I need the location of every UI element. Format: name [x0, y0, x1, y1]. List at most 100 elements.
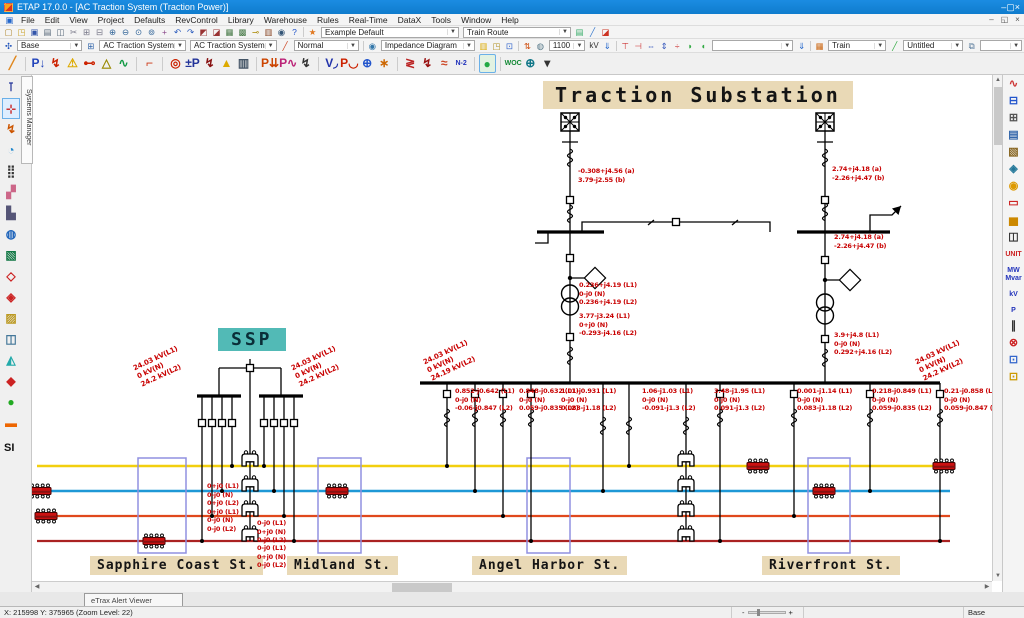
load-flow-icon[interactable]: P↓: [30, 54, 47, 73]
zoom-in-button[interactable]: +: [789, 608, 793, 617]
alarm-bell-icon[interactable]: ◉: [1005, 179, 1023, 194]
zoom-window-icon[interactable]: ⊙: [132, 26, 145, 38]
scroll-left-icon[interactable]: ◀: [32, 582, 42, 592]
chevron-down-icon[interactable]: ▼: [559, 29, 570, 35]
blank-combo-2[interactable]: ▼: [980, 40, 1022, 51]
mdi-close-button[interactable]: ×: [1011, 15, 1024, 24]
pie-view-icon[interactable]: ◔: [2, 140, 20, 161]
reliability-icon[interactable]: ±P: [184, 54, 201, 73]
meter-diamond[interactable]: [839, 269, 860, 290]
zoom-track[interactable]: [748, 611, 786, 614]
motor-acceleration-icon[interactable]: ⊷: [81, 54, 98, 73]
voltage-combo[interactable]: 1100▼: [549, 40, 586, 51]
etrax-icon[interactable]: ●: [479, 54, 496, 73]
chevron-down-icon[interactable]: ▼: [781, 43, 792, 49]
palette-icon[interactable]: ▤: [573, 26, 586, 38]
dc-control-icon[interactable]: ↯: [419, 54, 436, 73]
voltage-stability-icon[interactable]: V◞: [323, 54, 340, 73]
paste-icon[interactable]: ⊟: [93, 26, 106, 38]
menu-revcontrol[interactable]: RevControl: [170, 15, 223, 25]
scrollbar-thumb[interactable]: [392, 583, 452, 592]
pan-icon[interactable]: +: [158, 26, 171, 38]
scroll-right-icon[interactable]: ▶: [982, 582, 992, 592]
va-icon[interactable]: ⇅: [521, 40, 534, 52]
chevron-down-icon[interactable]: ▼: [573, 43, 584, 49]
menu-window[interactable]: Window: [456, 15, 496, 25]
theme-icon[interactable]: ▩: [236, 26, 249, 38]
calendar-icon[interactable]: ▥: [262, 26, 275, 38]
undo-icon[interactable]: ↶: [171, 26, 184, 38]
catenary-connectors[interactable]: [242, 451, 694, 541]
chevron-down-icon[interactable]: ▼: [447, 29, 458, 35]
route-edit-icon[interactable]: ◇: [2, 266, 20, 287]
arc-flash-icon[interactable]: ⚠: [64, 54, 81, 73]
terrain-map-icon[interactable]: ▨: [2, 308, 20, 329]
menu-rules[interactable]: Rules: [312, 15, 344, 25]
more-options-icon[interactable]: ▾: [539, 54, 556, 73]
stop-red-icon[interactable]: ⊗: [1005, 336, 1023, 351]
monitor-icon[interactable]: ◫: [1005, 230, 1023, 245]
theme-green2-icon[interactable]: ◖: [697, 40, 710, 52]
scroll-up-icon[interactable]: ▲: [993, 75, 1002, 85]
help-icon[interactable]: ?: [288, 26, 301, 38]
new-icon[interactable]: ▢: [2, 26, 15, 38]
align-mid-icon[interactable]: ⊣: [632, 40, 645, 52]
dc-arc-flash-icon[interactable]: ▲: [218, 54, 235, 73]
menu-edit[interactable]: Edit: [40, 15, 65, 25]
open-icon[interactable]: ◳: [15, 26, 28, 38]
mdi-minimize-button[interactable]: –: [985, 15, 998, 24]
print-icon[interactable]: ▤: [41, 26, 54, 38]
chevron-down-icon[interactable]: ▼: [1010, 43, 1021, 49]
menu-tools[interactable]: Tools: [426, 15, 456, 25]
vertical-scrollbar[interactable]: ▲ ▼: [992, 75, 1002, 581]
size-v-icon[interactable]: ⇕: [658, 40, 671, 52]
region-dark-icon[interactable]: ▙: [2, 203, 20, 224]
comment-icon[interactable]: ⊡: [503, 40, 516, 52]
maximize-button[interactable]: ▢: [1006, 2, 1015, 12]
globe-view-icon[interactable]: ◍: [2, 224, 20, 245]
append-icon[interactable]: ⇓: [795, 40, 808, 52]
trash-icon[interactable]: ◭: [2, 350, 20, 371]
copy-study-icon[interactable]: ⧉: [965, 40, 978, 52]
redo-icon[interactable]: ↷: [184, 26, 197, 38]
zoom-out-icon[interactable]: ⊖: [119, 26, 132, 38]
route-edit2-icon[interactable]: ◈: [2, 287, 20, 308]
chevron-down-icon[interactable]: ▼: [463, 43, 474, 49]
globe-icon[interactable]: ⊕: [522, 54, 539, 73]
track-map-icon[interactable]: ▧: [1005, 145, 1023, 160]
panel-view-icon[interactable]: ◫: [2, 329, 20, 350]
pen-color-icon[interactable]: ╱: [586, 26, 599, 38]
device-coordination-icon[interactable]: ⊕: [359, 54, 376, 73]
train-pair-icon[interactable]: ⊞: [1005, 111, 1023, 126]
chevron-down-icon[interactable]: ▼: [265, 43, 276, 49]
save-icon[interactable]: ▣: [28, 26, 41, 38]
menu-library[interactable]: Library: [223, 15, 259, 25]
reliability-curve-icon[interactable]: ≈: [436, 54, 453, 73]
folder-icon[interactable]: ◳: [490, 40, 503, 52]
gradient-icon[interactable]: ◪: [599, 26, 612, 38]
network-icon[interactable]: ⊞: [84, 40, 97, 52]
chevron-down-icon[interactable]: ▼: [347, 43, 358, 49]
one-line-diagram[interactable]: [32, 75, 984, 578]
menu-defaults[interactable]: Defaults: [129, 15, 170, 25]
size-h-icon[interactable]: ⇔: [645, 40, 658, 52]
chevron-down-icon[interactable]: ▼: [951, 43, 962, 49]
zoom-slider[interactable]: - +: [732, 607, 804, 618]
get-data-icon[interactable]: ⇓: [601, 40, 614, 52]
bar-chart-icon[interactable]: ▅: [1005, 213, 1023, 228]
scroll-down-icon[interactable]: ▼: [993, 571, 1002, 581]
config-pencil-icon[interactable]: ╱: [279, 40, 292, 52]
close-button[interactable]: ×: [1015, 2, 1020, 12]
train-combo[interactable]: Train▼: [828, 40, 886, 51]
contingency-icon[interactable]: N-2: [453, 54, 470, 73]
edit-mode-icon[interactable]: ⊺: [2, 77, 20, 98]
study-combo[interactable]: Untitled▼: [903, 40, 963, 51]
scenario-combo[interactable]: Example Default▼: [321, 27, 459, 38]
zoom-thumb[interactable]: [757, 609, 760, 616]
copy-icon[interactable]: ⊞: [80, 26, 93, 38]
zoom-in-icon[interactable]: ⊕: [106, 26, 119, 38]
horizontal-scrollbar[interactable]: ◀ ▶: [32, 581, 992, 592]
menu-real-time[interactable]: Real-Time: [344, 15, 393, 25]
key-icon[interactable]: ⊸: [249, 26, 262, 38]
align-top-icon[interactable]: ⊤: [619, 40, 632, 52]
